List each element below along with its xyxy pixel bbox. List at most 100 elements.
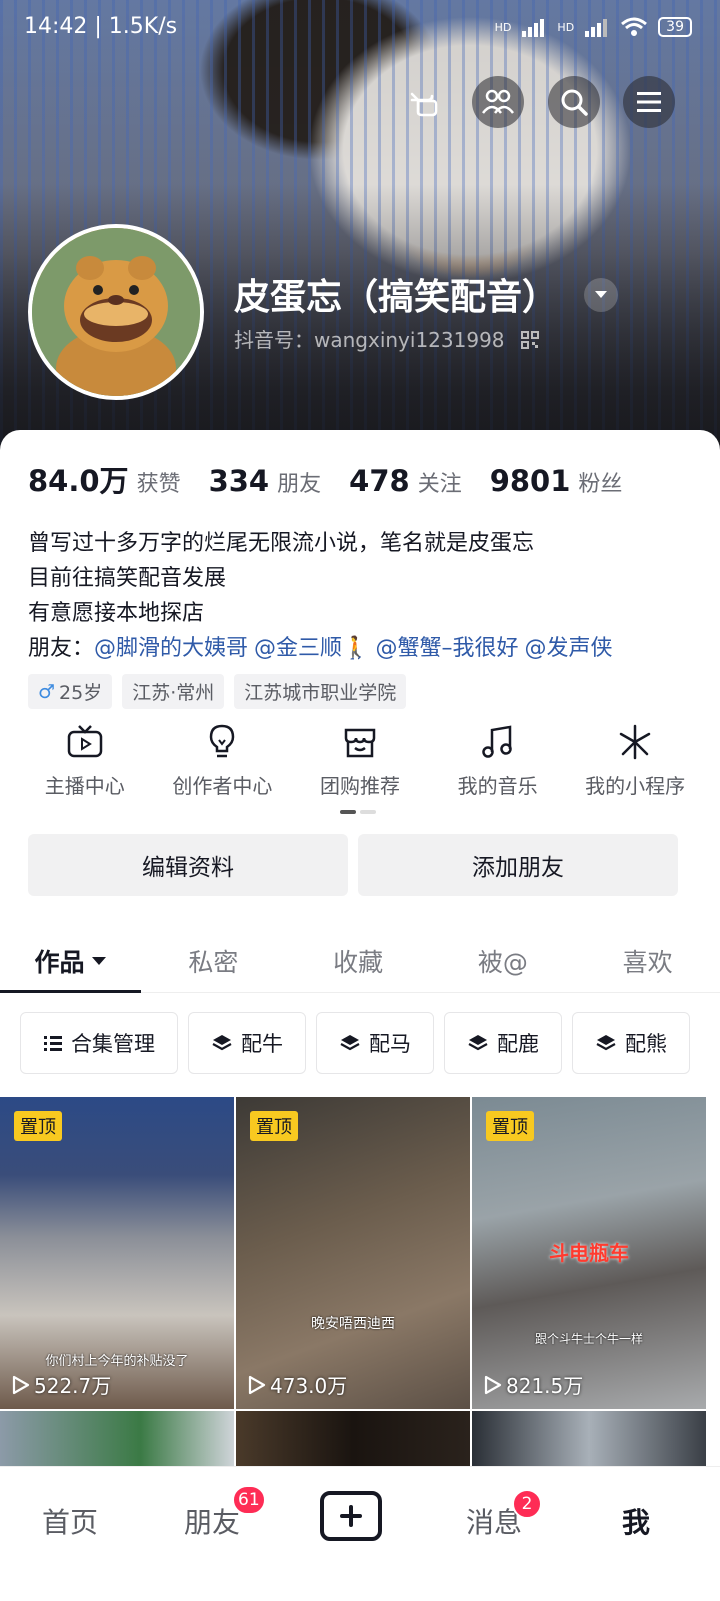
play-count-text: 522.7万 <box>34 1374 112 1398</box>
nav-home[interactable]: 首页 <box>42 1501 98 1541</box>
lightbulb-icon <box>210 724 235 758</box>
collection-chip[interactable]: 配牛 <box>188 1012 306 1074</box>
battery-icon: 39 <box>658 17 692 37</box>
shortcut-creator-center[interactable]: 创作者中心 <box>154 722 292 799</box>
age-tag: ♂ 25岁 <box>28 674 113 709</box>
chip-label: 合集管理 <box>71 1032 155 1056</box>
mention-link[interactable]: @发声侠 <box>524 636 612 661</box>
bio-friends-line: 朋友：@脚滑的大姨哥 @金三顺🚶 @蟹蟹–我很好 @发声侠 <box>28 631 612 666</box>
profile-bio: 曾写过十多万字的烂尾无限流小说，笔名就是皮蛋忘 目前往搞笑配音发展 有意愿接本地… <box>28 526 612 666</box>
video-thumbnail[interactable]: 置顶 晚安唔西迪西 473.0万 <box>236 1097 470 1409</box>
signal-icon <box>522 19 545 37</box>
shortcut-label: 我的音乐 <box>457 774 538 798</box>
edit-profile-button[interactable]: 编辑资料 <box>28 834 348 896</box>
collection-chip[interactable]: 配鹿 <box>444 1012 562 1074</box>
tab-works[interactable]: 作品 <box>0 930 141 993</box>
male-icon: ♂ <box>38 680 56 703</box>
friends-icon[interactable] <box>472 76 524 128</box>
video-play-count: 522.7万 <box>12 1370 111 1399</box>
play-count-text: 473.0万 <box>270 1374 348 1398</box>
shortcut-my-music[interactable]: 我的音乐 <box>429 722 567 799</box>
tab-likes[interactable]: 喜欢 <box>575 930 720 992</box>
store-icon <box>344 728 376 758</box>
chip-label: 配熊 <box>625 1032 667 1056</box>
nav-friends[interactable]: 朋友 <box>184 1501 240 1541</box>
bio-line-2: 目前往搞笑配音发展 <box>28 566 227 591</box>
followers-label[interactable]: 粉丝 <box>578 466 622 498</box>
hand-pointer-icon[interactable] <box>398 76 450 128</box>
bio-line-3: 有意愿接本地探店 <box>28 601 205 626</box>
tv-icon <box>67 725 103 758</box>
shortcut-label: 我的小程序 <box>585 774 686 798</box>
search-icon[interactable] <box>548 76 600 128</box>
shortcut-group-buy[interactable]: 团购推荐 <box>291 722 429 799</box>
friends-count[interactable]: 334 <box>209 464 270 498</box>
pinned-badge: 置顶 <box>14 1111 62 1141</box>
mention-link[interactable]: @金三顺🚶 <box>254 636 369 661</box>
layers-icon <box>340 1035 360 1051</box>
plus-icon <box>340 1505 362 1527</box>
menu-icon[interactable] <box>623 76 675 128</box>
tab-private[interactable]: 私密 <box>141 930 286 992</box>
video-thumbnail[interactable] <box>472 1411 706 1471</box>
bio-line-1: 曾写过十多万字的烂尾无限流小说，笔名就是皮蛋忘 <box>28 531 535 556</box>
shortcut-mini-programs[interactable]: 我的小程序 <box>566 722 704 799</box>
mention-link[interactable]: @蟹蟹–我很好 <box>375 636 518 661</box>
play-icon <box>12 1375 30 1394</box>
video-caption: 斗电瓶车 <box>549 1241 629 1265</box>
mention-link[interactable]: @脚滑的大姨哥 <box>94 636 248 661</box>
shortcut-label: 主播中心 <box>44 774 125 798</box>
content-tabs: 作品 私密 收藏 被@ 喜欢 <box>0 930 720 993</box>
qr-code-icon[interactable] <box>520 331 539 349</box>
layers-icon <box>596 1035 616 1051</box>
video-thumbnail[interactable]: 置顶 你们村上今年的补贴没了 522.7万 <box>0 1097 234 1409</box>
caret-down-icon <box>91 957 106 965</box>
messages-badge: 2 <box>512 1489 542 1519</box>
page-dot <box>360 810 376 814</box>
likes-count: 84.0万 <box>28 464 129 498</box>
shortcut-label: 创作者中心 <box>172 774 273 798</box>
video-thumbnail[interactable] <box>0 1411 234 1471</box>
video-thumbnail[interactable]: 置顶 斗电瓶车 跟个斗牛士个牛一样 821.5万 <box>472 1097 706 1409</box>
friends-badge: 61 <box>232 1485 266 1515</box>
collection-manage-chip[interactable]: 合集管理 <box>20 1012 178 1074</box>
chevron-down-icon[interactable] <box>584 278 618 312</box>
tab-mentions[interactable]: 被@ <box>431 930 576 992</box>
pinned-badge: 置顶 <box>486 1111 534 1141</box>
collection-chips: 合集管理 配牛 配马 配鹿 配熊 <box>20 1012 690 1074</box>
collection-chip[interactable]: 配马 <box>316 1012 434 1074</box>
chip-label: 配马 <box>369 1032 411 1056</box>
collection-chip[interactable]: 配熊 <box>572 1012 690 1074</box>
following-count[interactable]: 478 <box>349 464 410 498</box>
signal-hd-label-2: HD <box>557 20 575 34</box>
shortcut-row: 主播中心 创作者中心 团购推荐 我的音乐 我的小程序 <box>16 722 704 799</box>
bio-friends-label: 朋友： <box>28 636 95 661</box>
likes-label: 获赞 <box>136 472 181 497</box>
add-friend-button[interactable]: 添加朋友 <box>358 834 678 896</box>
asterisk-icon <box>619 724 651 760</box>
video-caption-secondary: 跟个斗牛士个牛一样 <box>534 1332 643 1346</box>
nav-me[interactable]: 我 <box>622 1501 650 1541</box>
following-label[interactable]: 关注 <box>418 466 462 498</box>
profile-tags: ♂ 25岁 江苏·常州 江苏城市职业学院 <box>28 674 407 709</box>
video-thumbnail[interactable] <box>236 1411 470 1471</box>
tab-label: 作品 <box>34 948 85 977</box>
douyin-id[interactable]: 抖音号：wangxinyi1231998 <box>234 324 539 353</box>
avatar[interactable] <box>28 224 204 400</box>
wifi-icon <box>621 17 648 36</box>
page-dot-active <box>340 810 356 814</box>
bottom-nav: 首页 朋友 61 消息 2 我 <box>0 1466 720 1601</box>
shortcut-label: 团购推荐 <box>319 774 400 798</box>
play-icon <box>248 1375 266 1394</box>
chip-label: 配鹿 <box>497 1032 539 1056</box>
shortcut-live-center[interactable]: 主播中心 <box>16 722 154 799</box>
chip-label: 配牛 <box>241 1032 283 1056</box>
followers-count[interactable]: 9801 <box>490 464 571 498</box>
video-caption: 晚安唔西迪西 <box>311 1316 395 1332</box>
tab-favorites[interactable]: 收藏 <box>286 930 431 992</box>
age-text: 25岁 <box>59 682 103 704</box>
douyin-id-text: 抖音号：wangxinyi1231998 <box>234 328 505 352</box>
friends-label[interactable]: 朋友 <box>277 466 321 498</box>
play-count-text: 821.5万 <box>506 1374 584 1398</box>
create-plus-button[interactable] <box>320 1491 382 1541</box>
